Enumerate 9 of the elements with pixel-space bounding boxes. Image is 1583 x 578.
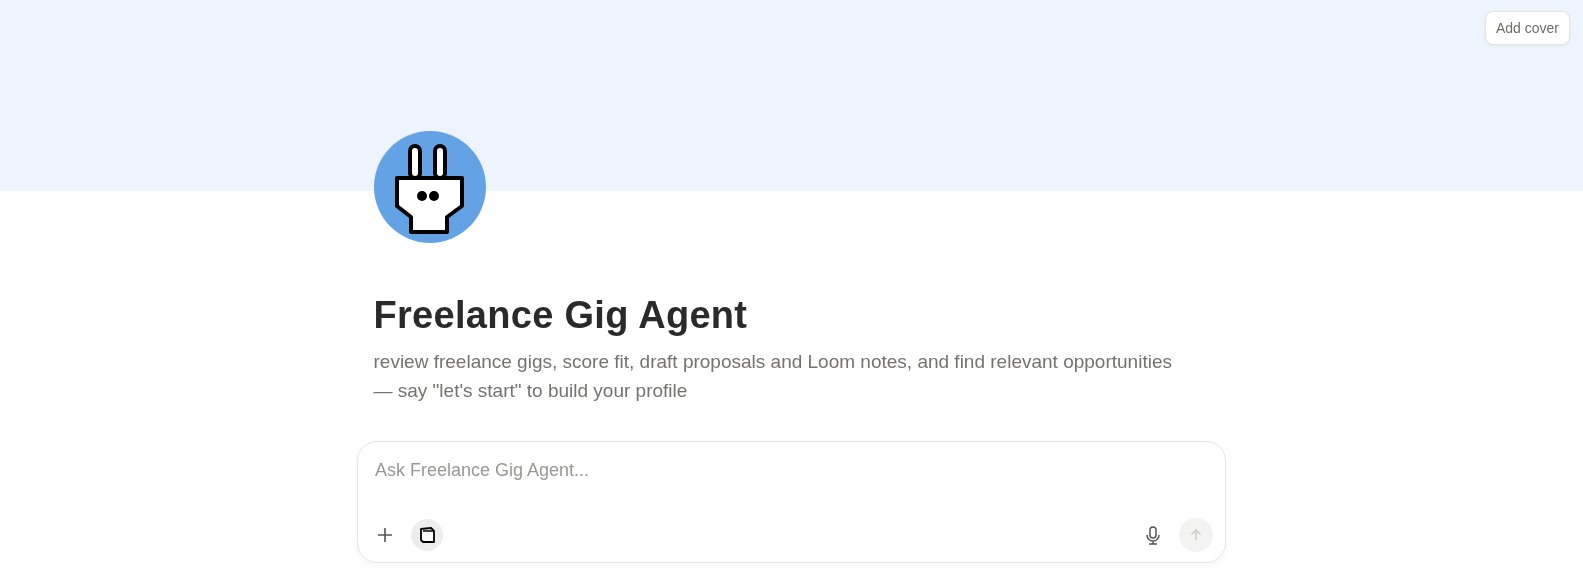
plus-icon[interactable] <box>375 525 395 545</box>
notion-button[interactable] <box>411 519 443 551</box>
add-cover-button[interactable]: Add cover <box>1484 11 1570 45</box>
page-description: review freelance gigs, score fit, draft proposals and Loom notes, and find relevant opportunities — say "let's start" to build your profile <box>373 350 1173 403</box>
plug-icon <box>373 131 486 243</box>
arrow-up-icon <box>1188 527 1204 543</box>
cube-icon <box>418 526 436 544</box>
microphone-icon[interactable] <box>1143 525 1163 545</box>
page-title: Freelance Gig Agent <box>373 294 749 337</box>
